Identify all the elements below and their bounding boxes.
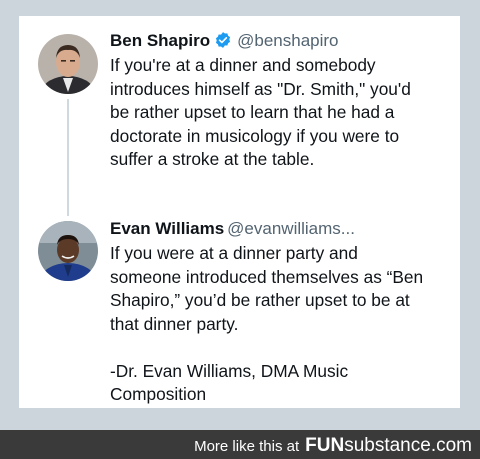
footer-brand-fun: FUN	[305, 435, 345, 456]
tweet-line: someone introduced themselves as “Ben	[110, 266, 424, 287]
tweet-signature-line: -Dr. Evan Williams, DMA Music	[110, 360, 349, 381]
tweet-line: that dinner party.	[110, 313, 239, 334]
tweet-thread-card: Ben Shapiro @benshapiro If you're at a di…	[19, 16, 460, 408]
author-handle[interactable]: @evanwilliams...	[227, 219, 355, 238]
footer-credit[interactable]: More like this at FUNsubstance.com	[194, 435, 472, 457]
tweet-line: Shapiro,” you’d be rather upset to be at	[110, 290, 410, 310]
avatar-evan-williams[interactable]	[38, 221, 98, 281]
avatar-ben-shapiro[interactable]	[38, 34, 98, 94]
verified-badge-icon	[214, 31, 232, 54]
site-footer-bar[interactable]: More like this at FUNsubstance.com	[0, 430, 480, 459]
tweet-text: If you were at a dinner party and someon…	[110, 242, 455, 407]
tweet-line: suffer a stroke at the table.	[110, 149, 315, 169]
tweet-signature-line: Composition	[110, 384, 207, 404]
author-handle[interactable]: @benshapiro	[237, 31, 338, 50]
author-name[interactable]: Ben Shapiro	[110, 31, 210, 50]
avatar-image	[38, 221, 98, 281]
tweet-ben-shapiro[interactable]: Ben Shapiro @benshapiro If you're at a di…	[110, 28, 455, 172]
tweet-line: doctorate in musicology if you were to	[110, 125, 400, 146]
tweet-text: If you're at a dinner and somebody intro…	[110, 54, 455, 172]
screenshot-frame: Ben Shapiro @benshapiro If you're at a di…	[0, 0, 480, 430]
tweet-line: introduces himself as "Dr. Smith," you'd	[110, 78, 411, 99]
tweet-line: If you were at a dinner party and	[110, 243, 358, 263]
tweet-evan-williams[interactable]: Evan Williams @evanwilliams... If you wer…	[110, 216, 455, 407]
thread-connector-line	[67, 99, 69, 216]
footer-prefix: More like this at	[194, 438, 300, 455]
author-name[interactable]: Evan Williams	[110, 219, 224, 238]
tweet-line: If you're at a dinner and somebody	[110, 55, 376, 75]
tweet-line: be rather upset to learn that he had a	[110, 102, 395, 122]
tweet-header: Ben Shapiro @benshapiro	[110, 28, 455, 54]
footer-brand-substance: substance.com	[344, 435, 472, 456]
tweet-header: Evan Williams @evanwilliams...	[110, 216, 455, 242]
avatar-image	[38, 34, 98, 94]
